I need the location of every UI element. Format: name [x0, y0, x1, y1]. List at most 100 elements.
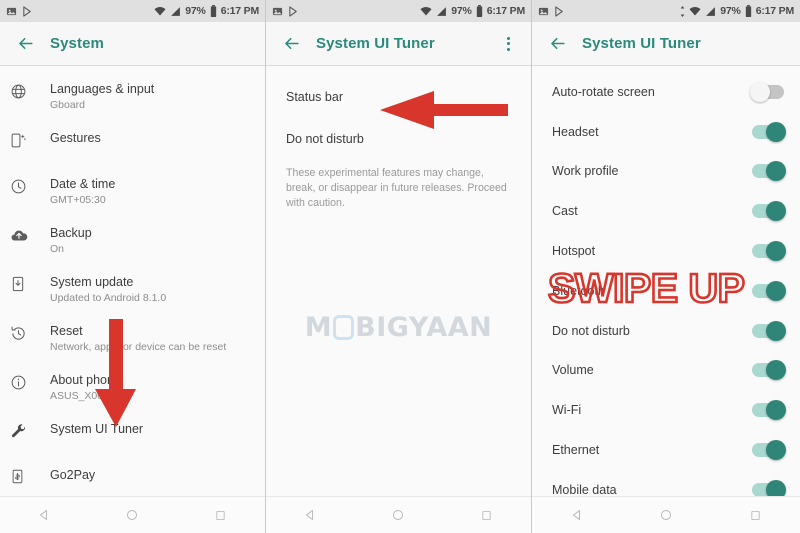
toggle-row-bluetooth[interactable]: Bluetooth	[532, 271, 800, 311]
toggle-knob	[766, 360, 786, 381]
status-bar-right-icons: 97% 6:17 PM	[680, 5, 794, 17]
list-item[interactable]: Gestures	[0, 121, 265, 167]
overflow-dot	[506, 42, 510, 45]
overflow-menu-icon[interactable]	[495, 29, 521, 59]
overflow-dot	[506, 36, 510, 40]
back-triangle-icon[interactable]	[22, 500, 66, 530]
tuner-menu-container[interactable]: Status bar Do not disturb These experime…	[266, 66, 531, 496]
list-item-title: Gestures	[50, 131, 101, 145]
experimental-features-note: These experimental features may change, …	[286, 167, 507, 209]
toggle-row-volume[interactable]: Volume	[532, 351, 800, 391]
cloud-upload-icon	[10, 225, 44, 245]
home-circle-icon[interactable]	[376, 500, 420, 530]
back-arrow-icon[interactable]	[10, 29, 40, 59]
status-bar-left-icons	[538, 5, 565, 17]
toggle-row-mobile-data[interactable]: Mobile data	[532, 470, 800, 496]
menu-item-status-bar[interactable]: Status bar	[266, 76, 531, 118]
toggle-label: Do not disturb	[552, 323, 630, 338]
toggle-row-headset[interactable]: Headset	[532, 112, 800, 152]
settings-list: Languages & input Gboard Gestures Date &…	[0, 66, 265, 496]
toggle-switch[interactable]	[752, 241, 786, 262]
page-title: System	[50, 35, 104, 52]
status-bar-left-icons	[272, 5, 299, 17]
mobigyaan-watermark: M BIGYAAN	[266, 312, 531, 343]
screenshot-panel-system: 97% 6:17 PM System Languages & input Gbo…	[0, 0, 266, 533]
watermark-text-after: BIGYAAN	[355, 312, 493, 343]
list-item-title: System UI Tuner	[50, 422, 144, 436]
list-item-system-ui-tuner[interactable]: System UI Tuner	[0, 412, 265, 458]
list-item-title: Reset	[50, 324, 83, 338]
back-triangle-icon[interactable]	[555, 500, 599, 530]
list-item[interactable]: Backup On	[0, 216, 265, 265]
list-item-title: Backup	[50, 226, 92, 240]
battery-icon	[745, 5, 752, 17]
toggle-row-auto-rotate-screen[interactable]: Auto-rotate screen	[532, 72, 800, 112]
status-bar-toggle-list-container[interactable]: Auto-rotate screen Headset Work profile …	[532, 66, 800, 496]
toggle-switch[interactable]	[752, 479, 786, 496]
toggle-switch[interactable]	[752, 280, 786, 301]
toggle-row-work-profile[interactable]: Work profile	[532, 152, 800, 192]
settings-list-container[interactable]: Languages & input Gboard Gestures Date &…	[0, 66, 265, 496]
status-bar: 97% 6:17 PM	[0, 0, 265, 22]
list-item[interactable]: Date & time GMT+05:30	[0, 167, 265, 216]
toggle-knob	[766, 440, 786, 461]
home-circle-icon[interactable]	[644, 500, 688, 530]
toggle-switch[interactable]	[750, 81, 784, 102]
app-bar: System	[0, 22, 265, 66]
app-bar: System UI Tuner	[266, 22, 531, 66]
list-item[interactable]: About phone ASUS_X00	[0, 363, 265, 412]
toggle-switch[interactable]	[752, 440, 786, 461]
battery-percent: 97%	[185, 5, 206, 17]
toggle-switch[interactable]	[752, 400, 786, 421]
toggle-switch[interactable]	[752, 161, 786, 182]
toggle-switch[interactable]	[752, 360, 786, 381]
wifi-icon	[420, 6, 432, 17]
toggle-switch[interactable]	[752, 201, 786, 222]
list-item[interactable]: Reset Network, apps, or device can be re…	[0, 314, 265, 363]
cellular-signal-icon	[705, 6, 716, 17]
toggle-label: Ethernet	[552, 443, 600, 458]
back-arrow-icon[interactable]	[276, 29, 306, 59]
toggle-row-hotspot[interactable]: Hotspot	[532, 231, 800, 271]
back-arrow-icon[interactable]	[542, 29, 572, 59]
toggle-label: Auto-rotate screen	[552, 84, 655, 99]
back-triangle-icon[interactable]	[288, 500, 332, 530]
status-bar: 97% 6:17 PM	[532, 0, 800, 22]
toggle-row-do-not-disturb[interactable]: Do not disturb	[532, 311, 800, 351]
clock-icon	[10, 176, 44, 195]
menu-item-do-not-disturb[interactable]: Do not disturb	[266, 118, 531, 160]
toggle-switch[interactable]	[752, 121, 786, 142]
recents-square-icon[interactable]	[733, 500, 777, 530]
toggle-label: Mobile data	[552, 482, 617, 496]
toggle-switch[interactable]	[752, 320, 786, 341]
list-item[interactable]: Go2Pay	[0, 458, 265, 496]
list-item-title: System update	[50, 275, 134, 289]
screenshot-icon	[272, 6, 283, 17]
info-icon	[10, 372, 44, 391]
status-bar-clock: 6:17 PM	[486, 5, 525, 17]
list-item-subtitle: ASUS_X00	[50, 390, 104, 402]
home-circle-icon[interactable]	[110, 500, 154, 530]
battery-percent: 97%	[451, 5, 472, 17]
battery-percent: 97%	[720, 5, 741, 17]
recents-square-icon[interactable]	[199, 500, 243, 530]
wifi-icon	[689, 6, 701, 17]
play-store-icon	[288, 5, 299, 17]
recents-square-icon[interactable]	[465, 500, 509, 530]
watermark-text-before: M	[304, 312, 333, 343]
toggle-row-wi-fi[interactable]: Wi-Fi	[532, 390, 800, 430]
toggle-label: Cast	[552, 204, 578, 219]
status-bar-toggle-list: Auto-rotate screen Headset Work profile …	[532, 66, 800, 496]
list-item[interactable]: System update Updated to Android 8.1.0	[0, 265, 265, 314]
toggle-knob	[766, 320, 786, 341]
status-bar-clock: 6:17 PM	[755, 5, 794, 17]
reset-icon	[10, 323, 44, 342]
list-item[interactable]: Languages & input Gboard	[0, 72, 265, 121]
navigation-bar	[532, 496, 800, 533]
toggle-label: Bluetooth	[552, 283, 605, 298]
toggle-row-ethernet[interactable]: Ethernet	[532, 430, 800, 470]
cellular-signal-icon	[170, 6, 181, 17]
toggle-row-cast[interactable]: Cast	[532, 191, 800, 231]
status-bar-right-icons: 97% 6:17 PM	[420, 5, 525, 17]
play-store-icon	[554, 5, 565, 17]
